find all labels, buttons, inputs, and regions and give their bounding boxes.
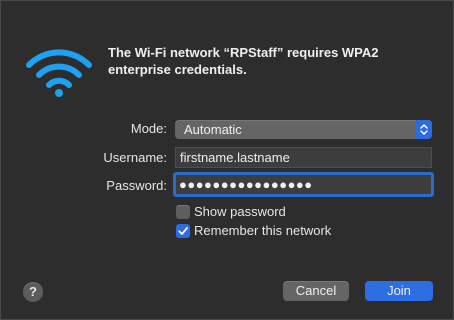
- show-password-checkbox[interactable]: [176, 205, 190, 219]
- cancel-button[interactable]: Cancel: [283, 281, 349, 301]
- wifi-icon: [26, 49, 92, 97]
- remember-network-label[interactable]: Remember this network: [194, 223, 331, 238]
- show-password-label[interactable]: Show password: [194, 204, 286, 219]
- username-label: Username:: [103, 150, 167, 165]
- remember-network-checkbox[interactable]: [176, 224, 190, 238]
- mode-label: Mode:: [130, 121, 167, 136]
- mode-select-value: Automatic: [184, 122, 242, 137]
- chevron-up-down-icon: [416, 120, 432, 139]
- dialog-heading: The Wi-Fi network “RPStaff” requires WPA…: [108, 45, 379, 77]
- mode-select[interactable]: Automatic: [175, 120, 432, 139]
- password-field[interactable]: ●●●●●●●●●●●●●●●●: [173, 172, 434, 197]
- username-field[interactable]: firstname.lastname: [175, 147, 432, 168]
- join-button[interactable]: Join: [365, 281, 433, 301]
- password-label: Password:: [106, 178, 167, 193]
- wifi-enterprise-dialog: The Wi-Fi network “RPStaff” requires WPA…: [0, 0, 454, 320]
- checkmark-icon: [178, 227, 188, 235]
- help-button[interactable]: ?: [23, 282, 43, 302]
